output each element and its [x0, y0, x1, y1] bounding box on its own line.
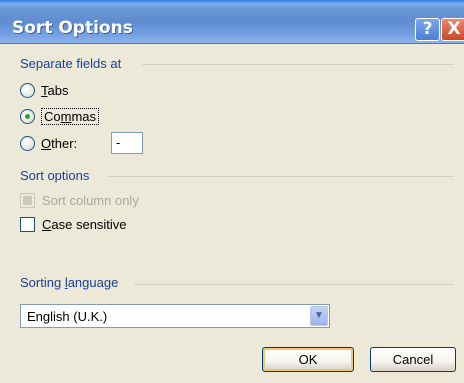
- radio-commas-pre: Co: [44, 108, 61, 124]
- dialog-title: Sort Options: [12, 18, 133, 38]
- sorting-language-divider: [134, 284, 454, 285]
- radio-other-rest: ther:: [51, 135, 78, 151]
- case-sensitive-label: Case sensitive: [42, 217, 127, 232]
- radio-commas-accel: m: [60, 108, 72, 124]
- radio-tabs-label: Tabs: [41, 83, 68, 98]
- case-sensitive-checkbox[interactable]: [20, 216, 35, 232]
- help-button[interactable]: ?: [415, 18, 440, 41]
- case-sensitive-checkbox-row[interactable]: Case sensitive: [20, 214, 127, 234]
- radio-commas-circle[interactable]: [20, 108, 35, 124]
- radio-commas-rest: mas: [71, 108, 97, 124]
- sort-column-only-checkbox-row: Sort column only: [20, 190, 139, 210]
- radio-tabs[interactable]: Tabs: [20, 80, 68, 100]
- radio-other[interactable]: Other:: [20, 133, 77, 153]
- case-sensitive-accel: C: [42, 216, 52, 232]
- separate-fields-label: Separate fields at: [20, 56, 122, 71]
- ok-button[interactable]: OK: [262, 347, 354, 372]
- close-icon: X: [447, 19, 461, 39]
- radio-tabs-rest: abs: [47, 82, 69, 98]
- sorting-language-value: English (U.K.): [27, 309, 108, 324]
- sorting-language-pre: Sorting: [20, 275, 65, 290]
- cancel-button[interactable]: Cancel: [370, 347, 456, 372]
- sort-options-label: Sort options: [20, 168, 90, 183]
- chevron-down-icon[interactable]: ▼: [310, 306, 328, 326]
- radio-commas[interactable]: Commas: [20, 106, 100, 126]
- radio-commas-label: Commas: [41, 107, 100, 125]
- case-sensitive-rest: ase sensitive: [51, 216, 127, 232]
- help-icon: ?: [422, 19, 433, 39]
- radio-other-label: Other:: [41, 136, 77, 151]
- sorting-language-label: Sorting language: [20, 275, 118, 290]
- sorting-language-rest: anguage: [67, 275, 119, 290]
- sorting-language-select[interactable]: English (U.K.) ▼: [20, 304, 330, 328]
- radio-tabs-circle[interactable]: [20, 82, 35, 98]
- radio-other-circle[interactable]: [20, 135, 35, 151]
- sort-column-only-checkbox: [20, 192, 35, 208]
- other-separator-input[interactable]: -: [111, 132, 143, 154]
- radio-other-accel: O: [41, 135, 52, 151]
- title-bar[interactable]: Sort Options ? X: [0, 0, 464, 44]
- separate-fields-divider: [142, 64, 454, 65]
- sort-options-divider: [108, 176, 454, 177]
- sort-options-dialog: Sort Options ? X Separate fields at Tabs…: [0, 0, 464, 383]
- close-button[interactable]: X: [441, 18, 464, 41]
- sort-column-only-label: Sort column only: [42, 192, 139, 208]
